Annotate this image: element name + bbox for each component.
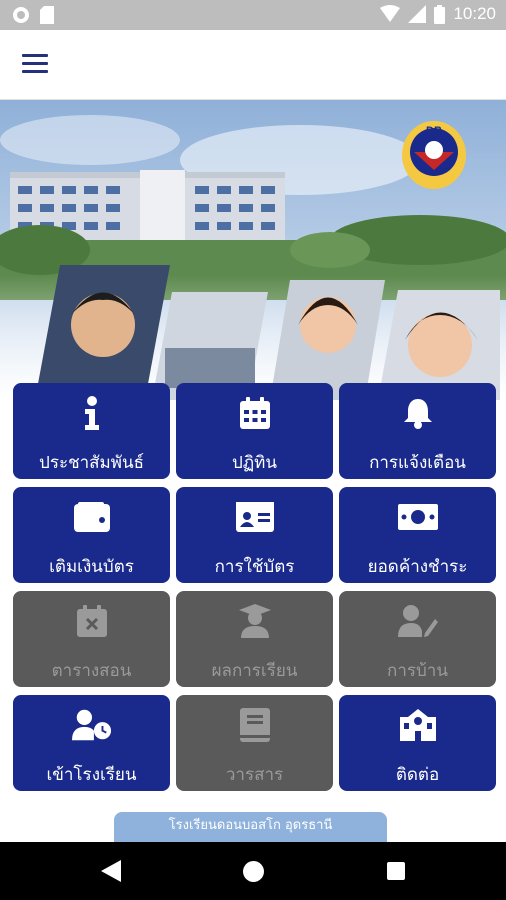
- hero-banner: DB: [0, 100, 506, 400]
- tile-contact[interactable]: ติดต่อ: [339, 695, 496, 791]
- tile-grades[interactable]: ผลการเรียน: [176, 591, 333, 687]
- tile-attendance-label: เข้าโรงเรียน: [46, 765, 137, 785]
- wallet-icon: [72, 497, 112, 537]
- tile-topup[interactable]: เติมเงินบัตร: [13, 487, 170, 583]
- user-edit-icon: [397, 601, 438, 641]
- book-icon: [235, 705, 275, 745]
- battery-icon: [434, 4, 446, 24]
- tile-card-usage-label: การใช้บัตร: [214, 557, 295, 577]
- status-time: 10:20: [453, 4, 496, 23]
- tile-news-label: ประชาสัมพันธ์: [39, 453, 144, 473]
- tile-topup-label: เติมเงินบัตร: [49, 557, 134, 577]
- tile-timetable-label: ตารางสอน: [51, 661, 132, 681]
- school-name-footer: โรงเรียนดอนบอสโก อุดรธานี: [114, 812, 387, 842]
- home-icon[interactable]: [243, 861, 264, 882]
- info-icon: [72, 393, 112, 433]
- tile-attendance[interactable]: เข้าโรงเรียน: [13, 695, 170, 791]
- notification-circle-icon: [13, 7, 29, 23]
- tile-journal[interactable]: วารสาร: [176, 695, 333, 791]
- user-clock-icon: [71, 705, 112, 745]
- tile-journal-label: วารสาร: [225, 765, 284, 785]
- system-nav-bar: [0, 842, 506, 900]
- school-logo: DB: [402, 121, 466, 189]
- tile-grades-label: ผลการเรียน: [211, 661, 298, 681]
- wifi-icon: [380, 5, 401, 22]
- tile-card-usage[interactable]: การใช้บัตร: [176, 487, 333, 583]
- menu-grid: ประชาสัมพันธ์ ปฏิทิน การแจ้งเตือน เติมเง…: [13, 383, 496, 791]
- logo-text: DB: [426, 125, 442, 137]
- bell-icon: [398, 393, 438, 433]
- tile-notifications[interactable]: การแจ้งเตือน: [339, 383, 496, 479]
- school-banner-image: DB: [0, 100, 506, 400]
- money-bill-icon: [397, 497, 438, 537]
- back-icon[interactable]: [101, 860, 121, 882]
- tile-news[interactable]: ประชาสัมพันธ์: [13, 383, 170, 479]
- id-card-icon: [235, 497, 275, 537]
- hamburger-menu-icon[interactable]: [22, 54, 48, 76]
- calendar-icon: [235, 393, 275, 433]
- app-bar: [0, 30, 506, 100]
- tile-calendar[interactable]: ปฏิทิน: [176, 383, 333, 479]
- graduate-icon: [235, 601, 275, 641]
- tile-balance[interactable]: ยอดค้างชำระ: [339, 487, 496, 583]
- signal-icon: [408, 5, 427, 23]
- calendar-x-icon: [72, 601, 112, 641]
- sd-card-icon: [40, 6, 54, 24]
- tile-homework-label: การบ้าน: [387, 661, 448, 681]
- school-icon: [398, 705, 438, 745]
- tile-homework[interactable]: การบ้าน: [339, 591, 496, 687]
- tile-timetable[interactable]: ตารางสอน: [13, 591, 170, 687]
- tile-calendar-label: ปฏิทิน: [231, 453, 278, 473]
- status-bar: 10:20: [0, 0, 506, 30]
- tile-balance-label: ยอดค้างชำระ: [367, 557, 468, 577]
- recent-apps-icon[interactable]: [387, 862, 405, 880]
- tile-contact-label: ติดต่อ: [395, 765, 440, 785]
- tile-notifications-label: การแจ้งเตือน: [369, 453, 466, 473]
